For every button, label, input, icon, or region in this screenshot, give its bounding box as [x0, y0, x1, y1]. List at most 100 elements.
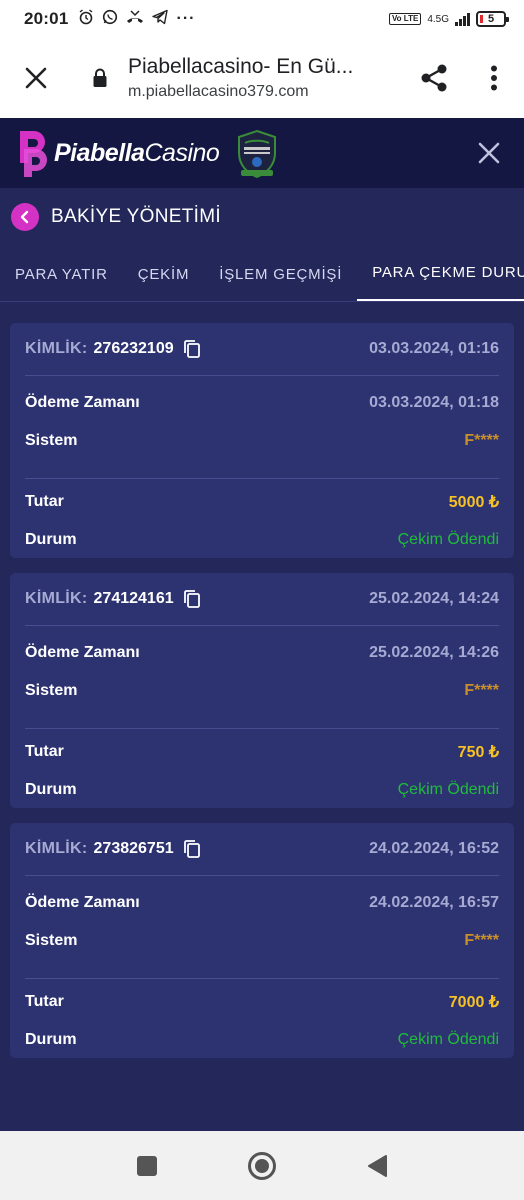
card-header: KİMLİK: 276232109 03.03.2024, 01:16 — [25, 323, 499, 376]
system-value: F**** — [464, 932, 499, 949]
tab-transaction-history[interactable]: İŞLEM GEÇMİŞİ — [204, 246, 357, 301]
transaction-id: 273826751 — [93, 840, 174, 857]
system-label: Sistem — [25, 432, 78, 449]
status-badge: Çekim Ödendi — [397, 781, 499, 798]
close-icon — [478, 142, 500, 164]
payment-time-row: Ödeme Zamanı 25.02.2024, 14:26 — [25, 634, 499, 672]
more-vertical-icon — [491, 65, 497, 91]
status-row: Durum Çekim Ödendi — [25, 521, 499, 559]
tab-withdrawal-status[interactable]: PARA ÇEKME DURUMU — [357, 246, 524, 301]
withdrawal-list: KİMLİK: 276232109 03.03.2024, 01:16 Ödem… — [10, 323, 514, 1073]
payment-time-row: Ödeme Zamanı 24.02.2024, 16:57 — [25, 884, 499, 922]
menu-close-button[interactable] — [472, 136, 506, 170]
page-info[interactable]: Piabellacasino- En Gü... m.piabellacasin… — [128, 55, 404, 101]
copy-icon[interactable] — [183, 589, 201, 609]
tab-deposit[interactable]: PARA YATIR — [0, 246, 123, 301]
system-status-icons: Vo LTE 4.5G 5 — [388, 11, 509, 27]
battery-level: 5 — [487, 13, 495, 25]
created-date: 25.02.2024, 14:24 — [369, 590, 499, 607]
system-value: F**** — [464, 432, 499, 449]
withdrawal-card: KİMLİK: 273826751 24.02.2024, 16:52 Ödem… — [10, 823, 514, 1058]
created-date: 03.03.2024, 01:16 — [369, 340, 499, 357]
system-row: Sistem F**** — [25, 922, 499, 960]
payment-time-label: Ödeme Zamanı — [25, 894, 140, 911]
status-row: Durum Çekim Ödendi — [25, 1021, 499, 1059]
site-header: PiabellaCasino — [0, 118, 524, 188]
card-section-details: Ödeme Zamanı 25.02.2024, 14:26 Sistem F*… — [25, 626, 499, 729]
system-value: F**** — [464, 682, 499, 699]
license-shield-icon — [235, 129, 279, 179]
amount-value: 7000 ₺ — [448, 994, 499, 1011]
system-row: Sistem F**** — [25, 422, 499, 460]
logo-text: PiabellaCasino — [54, 138, 220, 167]
card-section-amount: Tutar 5000 ₺ Durum Çekim Ödendi — [25, 479, 499, 559]
browser-url: m.piabellacasino379.com — [128, 83, 309, 100]
network-type: 4.5G — [427, 13, 449, 25]
whatsapp-icon — [102, 9, 118, 29]
notification-icons: ··· — [78, 9, 195, 29]
card-section-amount: Tutar 7000 ₺ Durum Çekim Ödendi — [25, 979, 499, 1059]
card-header: KİMLİK: 273826751 24.02.2024, 16:52 — [25, 823, 499, 876]
telegram-icon — [152, 9, 169, 29]
status-label: Durum — [25, 781, 77, 798]
amount-row: Tutar 750 ₺ — [25, 733, 499, 771]
status-label: Durum — [25, 531, 77, 548]
system-row: Sistem F**** — [25, 672, 499, 710]
page-title-row: BAKİYE YÖNETİMİ — [0, 188, 524, 246]
amount-label: Tutar — [25, 993, 64, 1010]
home-button[interactable] — [242, 1146, 282, 1186]
signal-icon — [455, 12, 470, 26]
triangle-back-icon — [367, 1154, 387, 1177]
amount-row: Tutar 5000 ₺ — [25, 483, 499, 521]
withdrawal-card: KİMLİK: 276232109 03.03.2024, 01:16 Ödem… — [10, 323, 514, 558]
status-row: Durum Çekim Ödendi — [25, 771, 499, 809]
transaction-id: 274124161 — [93, 590, 174, 607]
card-section-details: Ödeme Zamanı 24.02.2024, 16:57 Sistem F*… — [25, 876, 499, 979]
copy-icon[interactable] — [183, 839, 201, 859]
system-navigation-bar — [0, 1131, 524, 1200]
back-button[interactable] — [11, 203, 39, 231]
payment-time-label: Ödeme Zamanı — [25, 394, 140, 411]
battery-icon: 5 — [476, 11, 509, 27]
payment-time-value: 24.02.2024, 16:57 — [369, 894, 499, 911]
more-options-button[interactable] — [464, 38, 524, 118]
id-label: KİMLİK: — [25, 840, 88, 857]
browser-toolbar: Piabellacasino- En Gü... m.piabellacasin… — [0, 38, 524, 118]
status-time: 20:01 — [24, 9, 69, 28]
square-icon — [137, 1155, 158, 1176]
status-label: Durum — [25, 1031, 77, 1048]
more-notifications-icon: ··· — [176, 10, 196, 27]
missed-call-icon — [126, 9, 144, 29]
copy-icon[interactable] — [183, 339, 201, 359]
lock-icon[interactable] — [72, 68, 128, 88]
browser-page-title: Piabellacasino- En Gü... — [128, 55, 354, 78]
amount-label: Tutar — [25, 743, 64, 760]
share-button[interactable] — [404, 38, 464, 118]
chevron-left-icon — [20, 210, 29, 224]
tab-withdraw[interactable]: ÇEKİM — [123, 246, 205, 301]
share-icon — [421, 64, 447, 92]
payment-time-row: Ödeme Zamanı 03.03.2024, 01:18 — [25, 384, 499, 422]
close-tab-button[interactable] — [0, 38, 72, 118]
volte-icon: Vo LTE — [388, 13, 422, 25]
created-date: 24.02.2024, 16:52 — [369, 840, 499, 857]
logo-mark-icon — [20, 131, 47, 177]
system-label: Sistem — [25, 932, 78, 949]
back-nav-button[interactable] — [357, 1146, 397, 1186]
id-label: KİMLİK: — [25, 340, 88, 357]
system-label: Sistem — [25, 682, 78, 699]
site-logo[interactable]: PiabellaCasino — [18, 127, 220, 179]
status-bar: 20:01 ··· Vo LTE 4.5G 5 — [0, 0, 524, 38]
recents-button[interactable] — [127, 1146, 167, 1186]
withdrawal-card: KİMLİK: 274124161 25.02.2024, 14:24 Ödem… — [10, 573, 514, 808]
circle-icon — [247, 1151, 276, 1180]
id-label: KİMLİK: — [25, 590, 88, 607]
card-header: KİMLİK: 274124161 25.02.2024, 14:24 — [25, 573, 499, 626]
page-title: BAKİYE YÖNETİMİ — [51, 206, 221, 227]
payment-time-value: 03.03.2024, 01:18 — [369, 394, 499, 411]
balance-tabs: PARA YATIR ÇEKİM İŞLEM GEÇMİŞİ PARA ÇEKM… — [0, 246, 524, 302]
transaction-id: 276232109 — [93, 340, 174, 357]
card-section-details: Ödeme Zamanı 03.03.2024, 01:18 Sistem F*… — [25, 376, 499, 479]
alarm-icon — [78, 9, 94, 29]
status-badge: Çekim Ödendi — [397, 531, 499, 548]
